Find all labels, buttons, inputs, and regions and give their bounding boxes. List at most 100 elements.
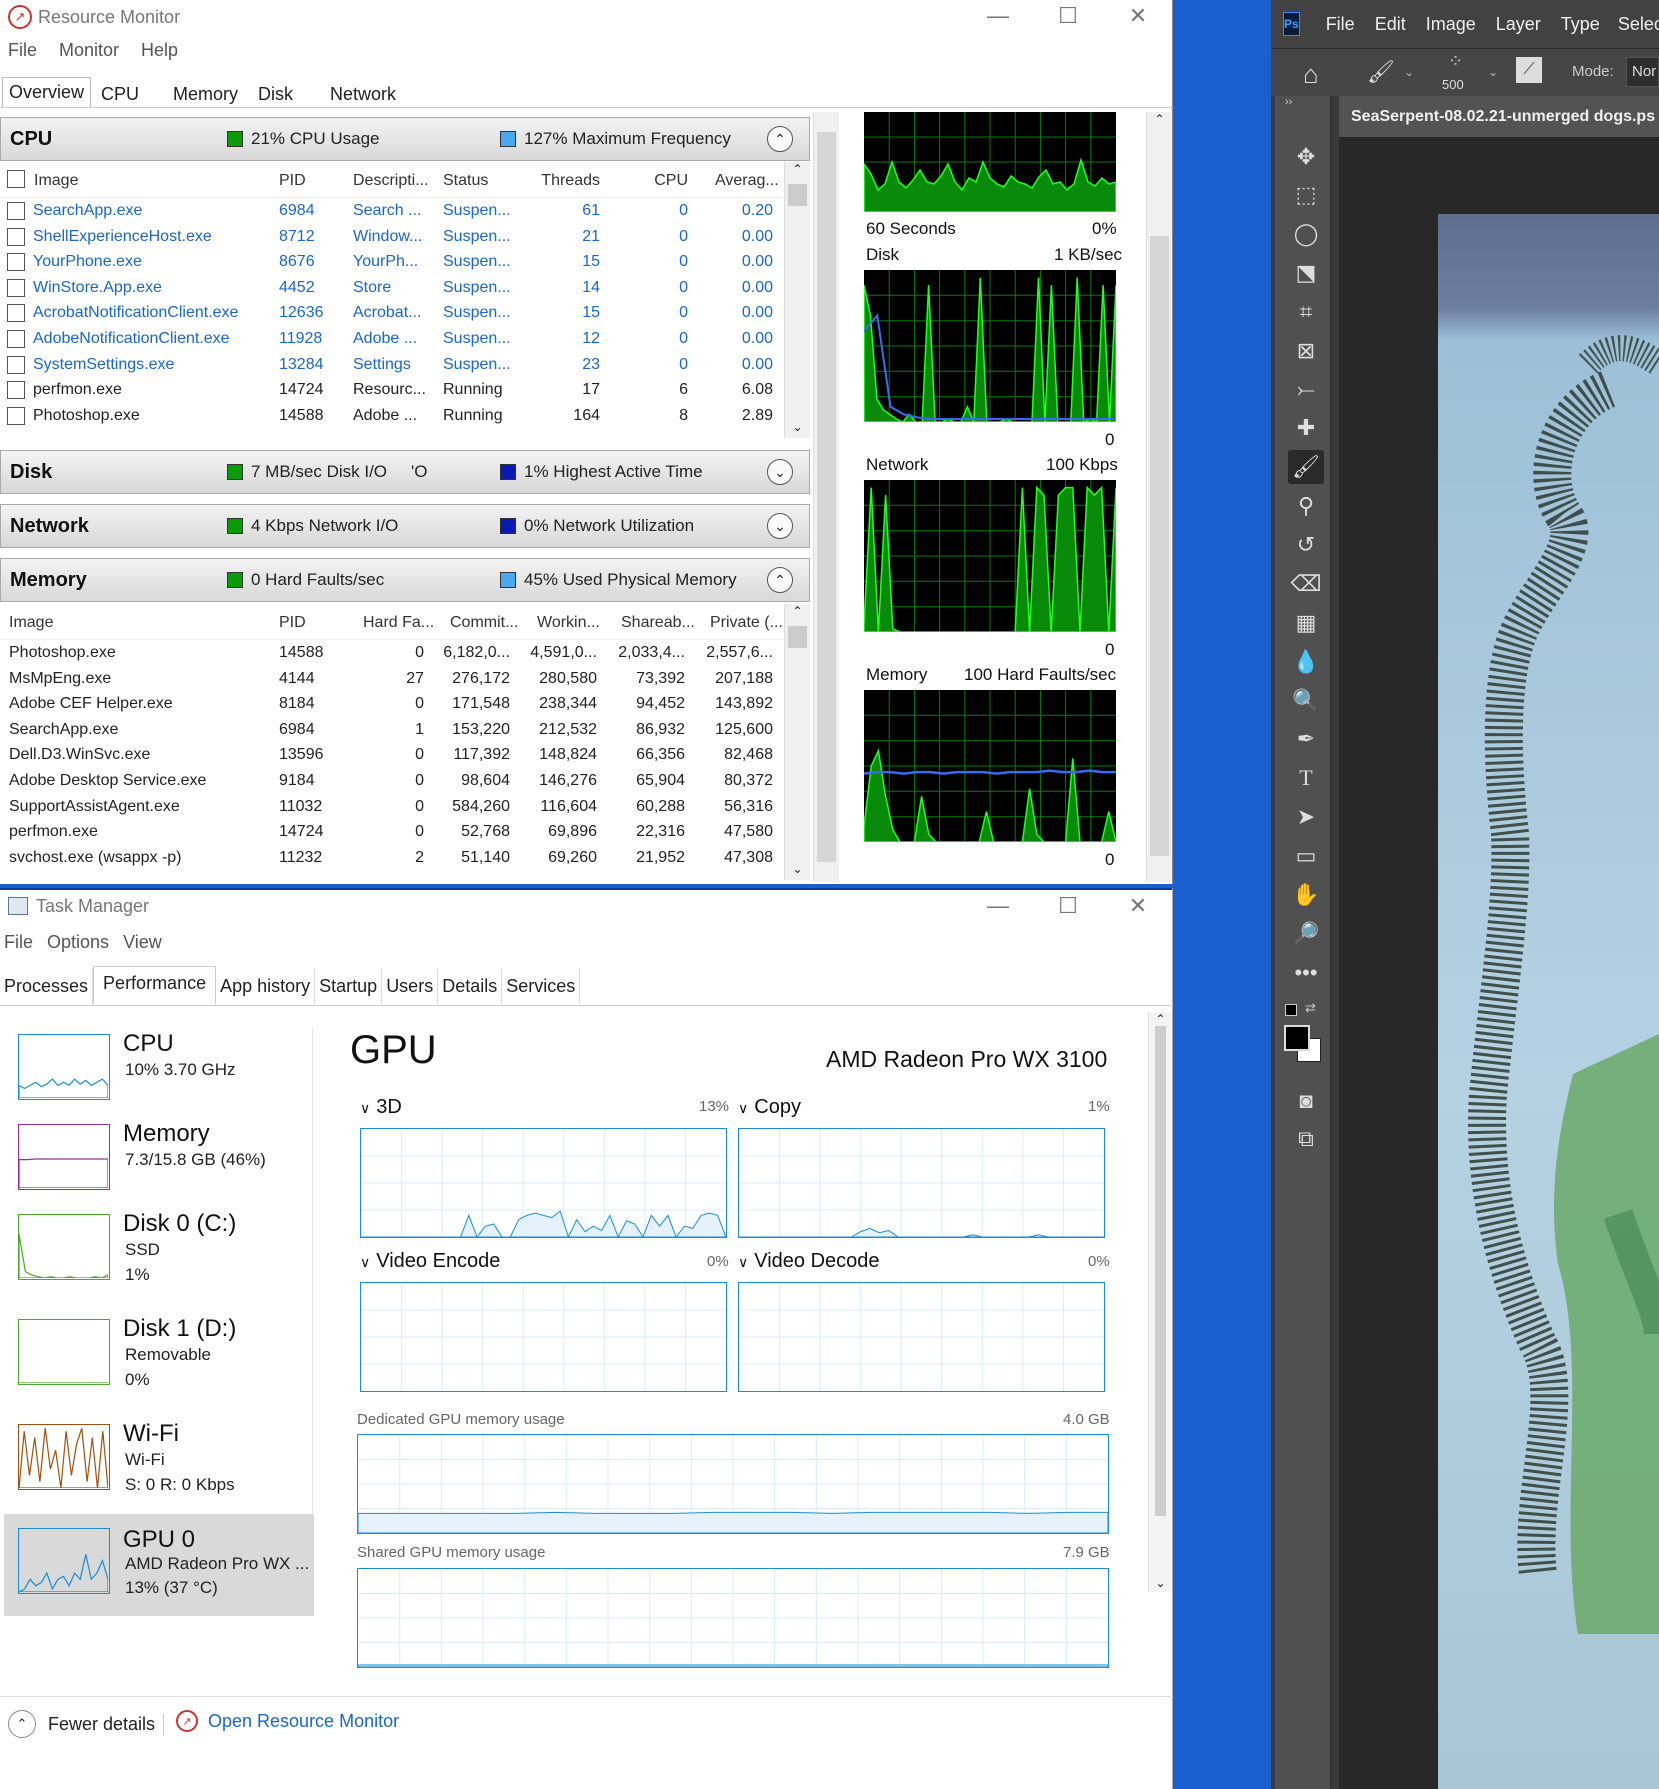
sidebar-item-wi-fi[interactable]: Wi-Fi Wi-Fi S: 0 R: 0 Kbps [4, 1418, 314, 1524]
sidebar-item-gpu-0[interactable]: GPU 0 AMD Radeon Pro WX ... 13% (37 °C) [4, 1514, 314, 1616]
rm-menu-monitor[interactable]: Monitor [59, 40, 119, 61]
process-checkbox[interactable] [7, 381, 25, 400]
process-checkbox[interactable] [7, 227, 25, 246]
cpu-process-row[interactable]: SystemSettings.exe 13284 Settings Suspen...… [0, 352, 790, 378]
ps-menu-select[interactable]: Select [1618, 14, 1659, 35]
memory-process-row[interactable]: MsMpEng.exe 4144 27 276,172 280,580 73,392 207… [0, 666, 790, 692]
process-checkbox[interactable] [7, 355, 25, 374]
collapse-chevron-icon[interactable]: ⌃ [767, 567, 793, 593]
quick-mask-icon[interactable]: ◙ [1288, 1084, 1324, 1118]
engine-copy-label[interactable]: ∨ Copy [738, 1096, 801, 1119]
rm-tab-disk[interactable]: Disk [252, 80, 299, 108]
fewer-details-button[interactable]: ⌃ Fewer details [8, 1710, 155, 1738]
process-checkbox[interactable] [7, 330, 25, 348]
healing-brush-tool-icon[interactable]: ✚ [1288, 411, 1324, 445]
process-checkbox[interactable] [7, 278, 25, 297]
scroll-thumb[interactable] [788, 626, 807, 648]
canvas-area[interactable] [1339, 138, 1659, 1789]
move-tool-icon[interactable]: ✥ [1288, 140, 1324, 174]
col-threads[interactable]: Threads [530, 172, 600, 190]
foreground-color-swatch[interactable] [1284, 1025, 1310, 1051]
document-tab[interactable]: SeaSerpent-08.02.21-unmerged dogs.ps [1339, 96, 1659, 138]
mode-select[interactable]: Nor [1626, 57, 1659, 87]
tm-scrollbar[interactable]: ⌃ ⌄ [1148, 1012, 1172, 1592]
scroll-down-arrow-icon[interactable]: ⌄ [785, 862, 810, 876]
col-description[interactable]: Descripti... [353, 172, 433, 190]
scroll-down-arrow-icon[interactable]: ⌄ [1149, 1576, 1172, 1590]
col-status[interactable]: Status [443, 172, 488, 190]
open-resource-monitor-link[interactable]: ↗ Open Resource Monitor [176, 1710, 399, 1732]
marquee-tool-icon[interactable]: ⬚ [1288, 178, 1324, 212]
collapse-chevron-icon[interactable]: ⌃ [767, 126, 793, 152]
col-shareable[interactable]: Shareab... [621, 614, 695, 632]
hand-tool-icon[interactable]: ✋ [1288, 878, 1324, 912]
tab-users[interactable]: Users [382, 968, 439, 1006]
ps-menu-file[interactable]: File [1326, 14, 1355, 35]
memory-process-row[interactable]: Adobe Desktop Service.exe 9184 0 98,604 146,… [0, 768, 790, 794]
memory-process-row[interactable]: perfmon.exe 14724 0 52,768 69,896 22,316 47,58… [0, 819, 790, 845]
select-all-checkbox[interactable] [7, 170, 25, 188]
tab-processes[interactable]: Processes [0, 968, 94, 1006]
main-pane-scrollbar[interactable] [813, 112, 839, 882]
gradient-tool-icon[interactable]: ▦ [1288, 606, 1324, 640]
col-hard-faults[interactable]: Hard Fa... [363, 614, 434, 632]
cpu-process-row[interactable]: AcrobatNotificationClient.exe 12636 Acroba… [0, 300, 790, 326]
tab-performance[interactable]: Performance [93, 966, 217, 1004]
scroll-up-arrow-icon[interactable]: ⌃ [785, 162, 810, 176]
blur-tool-icon[interactable]: 💧 [1288, 645, 1324, 679]
eraser-tool-icon[interactable]: ⌫ [1288, 567, 1324, 601]
ps-menu-type[interactable]: Type [1561, 14, 1600, 35]
rm-tab-network[interactable]: Network [324, 80, 402, 108]
dodge-tool-icon[interactable]: 🔍 [1288, 684, 1324, 718]
eyedropper-tool-icon[interactable]: ⤚ [1288, 373, 1324, 407]
tab-app-history[interactable]: App history [216, 968, 316, 1006]
engine-video-decode-label[interactable]: ∨ Video Decode [738, 1250, 880, 1273]
rm-close-button[interactable]: ✕ [1108, 0, 1168, 32]
col-image[interactable]: Image [9, 614, 53, 632]
tm-close-button[interactable]: ✕ [1108, 890, 1168, 922]
cpu-process-row[interactable]: WinStore.App.exe 4452 Store Suspen... 14 0 0.0… [0, 275, 790, 301]
memory-section-header[interactable]: Memory 0 Hard Faults/sec 45% Used Physic… [0, 558, 810, 602]
scroll-up-arrow-icon[interactable]: ⌃ [785, 604, 810, 618]
engine-video-encode-label[interactable]: ∨ Video Encode [360, 1250, 500, 1273]
history-brush-tool-icon[interactable]: ↺ [1288, 528, 1324, 562]
network-section-header[interactable]: Network 4 Kbps Network I/O 0% Network Ut… [0, 504, 810, 548]
engine-3d-label[interactable]: ∨ 3D [360, 1096, 402, 1119]
cpu-process-row[interactable]: SearchApp.exe 6984 Search ... Suspen... 61 0 0… [0, 198, 790, 224]
col-pid[interactable]: PID [279, 172, 306, 190]
more-tools-icon[interactable]: ••• [1288, 956, 1324, 990]
frame-tool-icon[interactable]: ⊠ [1288, 334, 1324, 368]
ps-menu-edit[interactable]: Edit [1375, 14, 1406, 35]
swap-colors-icon[interactable]: ⇄ [1305, 1000, 1316, 1016]
memory-process-row[interactable]: Photoshop.exe 14588 0 6,182,0... 4,591,0... 2… [0, 640, 790, 666]
scroll-thumb[interactable] [788, 184, 807, 206]
scroll-down-arrow-icon[interactable]: ⌄ [785, 420, 810, 434]
default-colors-icon[interactable] [1285, 1004, 1297, 1016]
col-average[interactable]: Averag... [715, 172, 779, 190]
chevron-down-icon[interactable]: ⌄ [1488, 65, 1498, 79]
rm-menu-help[interactable]: Help [141, 40, 178, 61]
rm-minimize-button[interactable]: — [968, 0, 1028, 32]
memory-process-row[interactable]: SearchApp.exe 6984 1 153,220 212,532 86,932 12… [0, 717, 790, 743]
ps-menu-layer[interactable]: Layer [1496, 14, 1541, 35]
memory-process-row[interactable]: Dell.D3.WinSvc.exe 13596 0 117,392 148,824 66… [0, 742, 790, 768]
pen-tool-icon[interactable]: ✒ [1288, 722, 1324, 756]
cpu-list-scrollbar[interactable]: ⌃ ⌄ [784, 162, 810, 438]
memory-process-row[interactable]: SupportAssistAgent.exe 11032 0 584,260 116,6… [0, 794, 790, 820]
brush-preset-icon[interactable]: 🖌 [1367, 59, 1395, 85]
tm-menu-options[interactable]: Options [47, 932, 109, 953]
rm-tab-cpu[interactable]: CPU [95, 80, 145, 108]
chevron-down-icon[interactable]: ⌄ [1404, 65, 1414, 79]
col-pid[interactable]: PID [279, 614, 306, 632]
process-checkbox[interactable] [7, 304, 25, 323]
col-image[interactable]: Image [34, 172, 78, 190]
memory-process-row[interactable]: Adobe CEF Helper.exe 8184 0 171,548 238,344 9… [0, 691, 790, 717]
col-working-set[interactable]: Workin... [537, 614, 600, 632]
tm-maximize-button[interactable]: ☐ [1038, 890, 1098, 922]
col-commit[interactable]: Commit... [450, 614, 518, 632]
graph-panel-scrollbar[interactable]: ⌃ [1146, 112, 1172, 882]
expand-chevron-icon[interactable]: ⌄ [767, 513, 793, 539]
cpu-process-row[interactable]: YourPhone.exe 8676 YourPh... Suspen... 15 0 0.… [0, 249, 790, 275]
path-selection-tool-icon[interactable]: ➤ [1288, 800, 1324, 834]
tab-startup[interactable]: Startup [315, 968, 383, 1006]
